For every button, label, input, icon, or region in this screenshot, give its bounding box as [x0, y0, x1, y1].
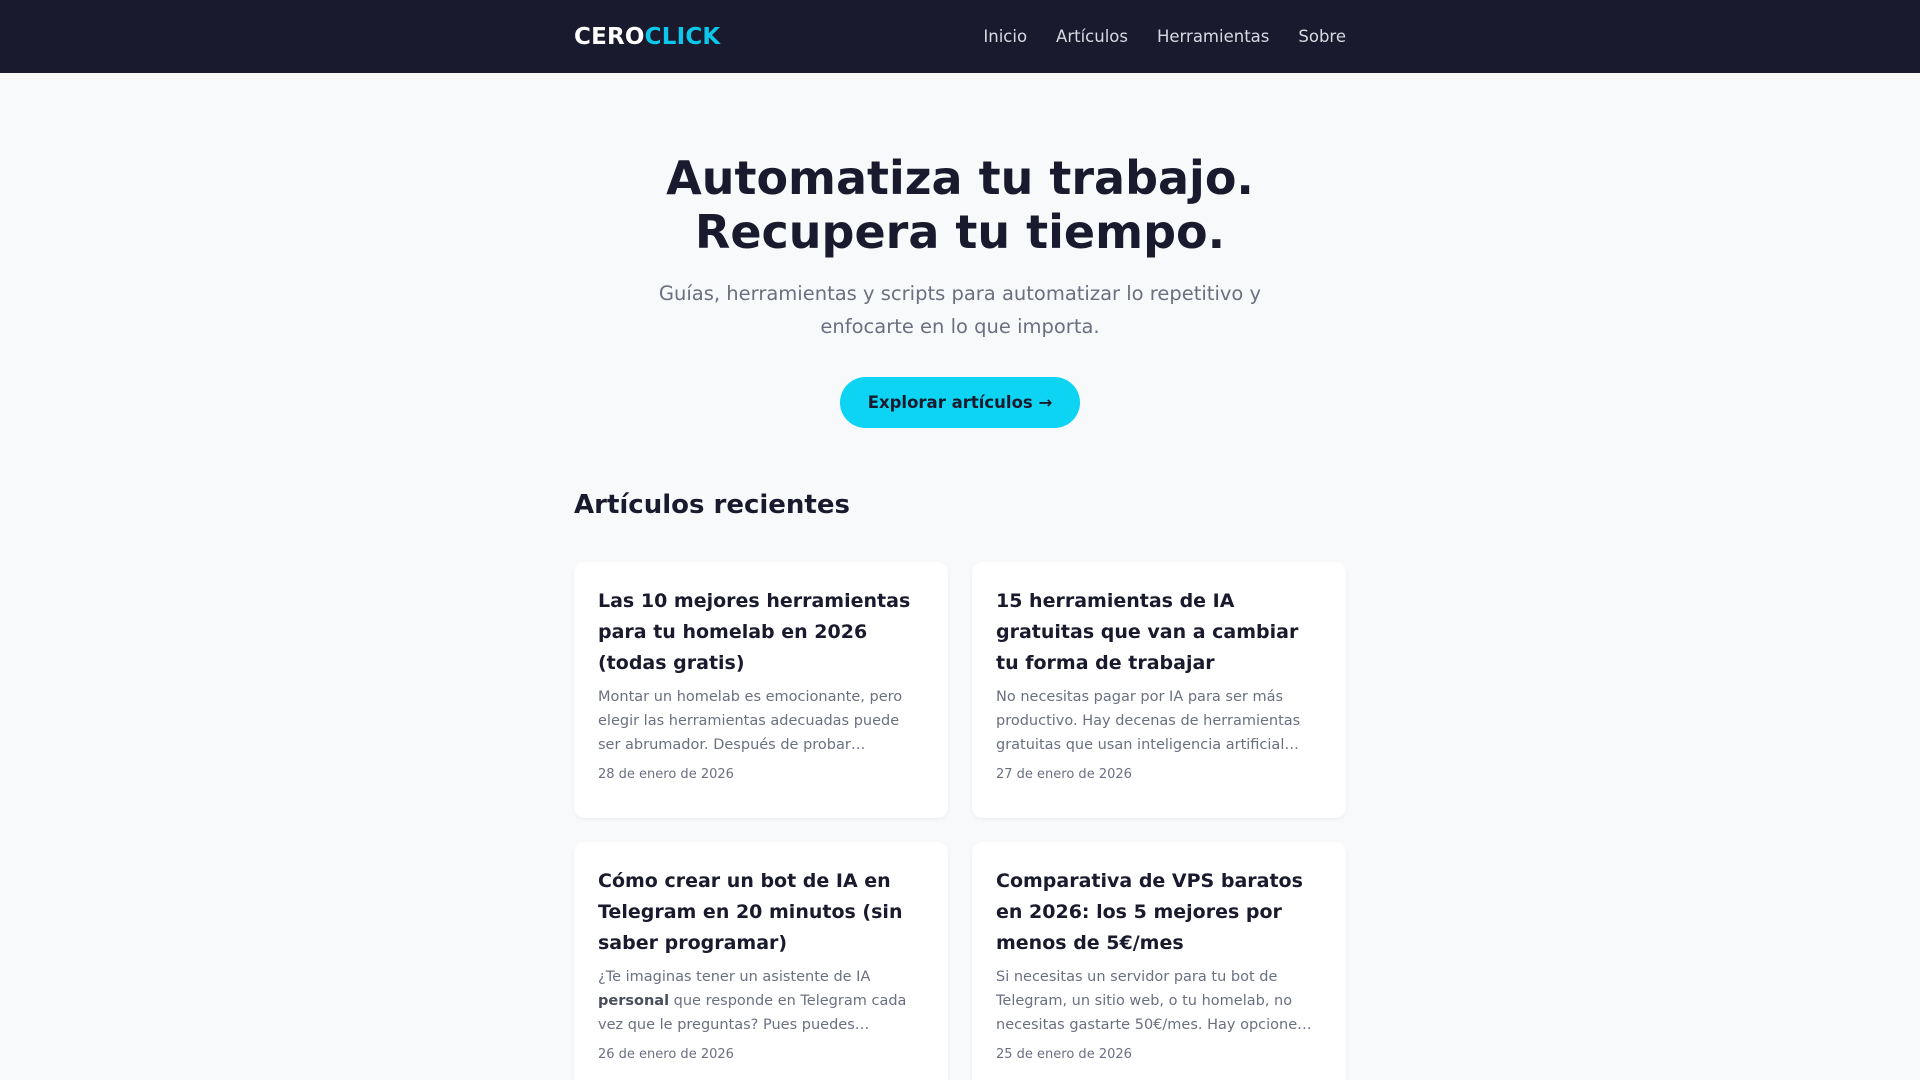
articles-grid: Las 10 mejores herramientas para tu home…	[574, 562, 1346, 1080]
nav-link-articulos[interactable]: Artículos	[1056, 27, 1128, 46]
top-navbar: CEROCLICK Inicio Artículos Herramientas …	[0, 0, 1920, 73]
logo-text-cero: CERO	[574, 23, 645, 50]
excerpt-bold-text: personal	[598, 993, 670, 1009]
article-excerpt: Montar un homelab es emocionante, pero e…	[598, 689, 903, 753]
nav-link-herramientas[interactable]: Herramientas	[1157, 27, 1269, 46]
article-excerpt: No necesitas pagar por IA para ser más p…	[996, 689, 1301, 753]
article-date: 26 de enero de 2026	[598, 1047, 734, 1062]
article-title[interactable]: 15 herramientas de IA gratuitas que van …	[996, 586, 1322, 679]
recent-articles-section: Artículos recientes Las 10 mejores herra…	[574, 490, 1346, 1080]
article-title[interactable]: Cómo crear un bot de IA en Telegram en 2…	[598, 866, 924, 959]
navbar-container: CEROCLICK Inicio Artículos Herramientas …	[574, 0, 1346, 73]
nav-link-sobre[interactable]: Sobre	[1298, 27, 1346, 46]
nav-link-inicio[interactable]: Inicio	[983, 27, 1027, 46]
article-date: 25 de enero de 2026	[996, 1047, 1132, 1062]
article-card[interactable]: Cómo crear un bot de IA en Telegram en 2…	[574, 842, 948, 1080]
article-card[interactable]: Comparativa de VPS baratos en 2026: los …	[972, 842, 1346, 1080]
article-card[interactable]: Las 10 mejores herramientas para tu home…	[574, 562, 948, 818]
article-title[interactable]: Las 10 mejores herramientas para tu home…	[598, 586, 924, 679]
main-nav: Inicio Artículos Herramientas Sobre	[983, 27, 1346, 46]
site-logo[interactable]: CEROCLICK	[574, 24, 720, 50]
article-excerpt: Si necesitas un servidor para tu bot de …	[996, 969, 1312, 1033]
article-title[interactable]: Comparativa de VPS baratos en 2026: los …	[996, 866, 1322, 959]
article-excerpt: ¿Te imaginas tener un asistente de IA pe…	[598, 965, 924, 1037]
logo-text-click: CLICK	[644, 23, 721, 50]
explore-articles-button[interactable]: Explorar artículos →	[839, 377, 1081, 428]
section-heading: Artículos recientes	[574, 490, 850, 520]
hero-section: Automatiza tu trabajo. Recupera tu tiemp…	[0, 73, 1920, 428]
hero-title: Automatiza tu trabajo. Recupera tu tiemp…	[0, 151, 1920, 259]
article-date: 27 de enero de 2026	[996, 767, 1132, 782]
hero-title-line-1: Automatiza tu trabajo.	[666, 151, 1254, 205]
article-card[interactable]: 15 herramientas de IA gratuitas que van …	[972, 562, 1346, 818]
hero-subtitle: Guías, herramientas y scripts para autom…	[658, 282, 1262, 338]
excerpt-text: ¿Te imaginas tener un asistente de IA	[598, 969, 871, 985]
article-date: 28 de enero de 2026	[598, 767, 734, 782]
hero-title-line-2: Recupera tu tiempo.	[694, 205, 1226, 259]
